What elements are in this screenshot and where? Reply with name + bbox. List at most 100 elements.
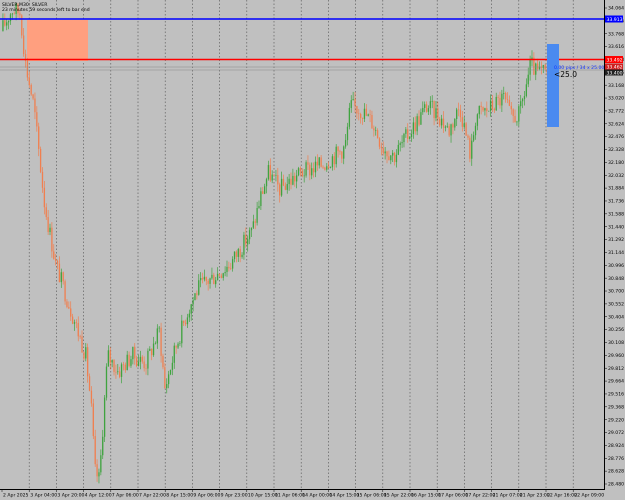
candle-body [386, 151, 388, 157]
price-tick-label: 31.292 [608, 237, 624, 243]
candle-body [371, 115, 373, 129]
candle-body [198, 280, 200, 295]
price-tick-label: 29.664 [608, 379, 624, 385]
candle-body [252, 221, 255, 228]
candle-body [314, 161, 317, 173]
candle-body [230, 268, 232, 269]
price-tick-label: 30.552 [608, 301, 624, 307]
candle-body [508, 100, 511, 106]
candle-body [64, 281, 66, 302]
candle-body [143, 361, 145, 369]
candle-body [497, 96, 499, 98]
price-tag-red-text: 33.492 [607, 58, 623, 64]
price-tick-label: 32.772 [608, 109, 624, 115]
candle-body [102, 436, 104, 456]
candle-body [30, 84, 32, 95]
price-tick-label: 30.700 [608, 289, 624, 295]
candle-body [307, 162, 309, 165]
price-tag-bid-text: 33.400 [607, 71, 623, 77]
candle-body [151, 348, 153, 356]
candle-body [145, 368, 147, 369]
candle-body [117, 371, 119, 373]
price-tick-label: 31.588 [608, 211, 624, 217]
candle-body [26, 61, 29, 78]
price-tick-label: 28.628 [608, 469, 624, 475]
candle-body [83, 352, 85, 359]
candle-body [11, 13, 14, 15]
candle-body [337, 146, 339, 152]
candle-body [58, 263, 61, 283]
candle-body [205, 276, 207, 281]
candle-body [463, 123, 465, 127]
candle-body [536, 63, 539, 69]
price-tick-label: 31.144 [608, 250, 624, 256]
price-tick-label: 30.256 [608, 327, 624, 333]
candle-body [237, 249, 239, 257]
candle-body [318, 157, 320, 166]
price-tick-label: 30.404 [608, 314, 624, 320]
candle-body [327, 166, 330, 168]
candle-body [424, 104, 426, 108]
candle-body [275, 175, 277, 176]
candle-body [260, 191, 262, 207]
time-tick-label: 3 Apr 20:00 [57, 493, 84, 499]
time-tick-label: 22 Apr 09:00 [574, 493, 604, 499]
candle-body [324, 167, 326, 170]
candle-body [111, 360, 113, 363]
candle-body [437, 108, 439, 119]
candle-body [53, 251, 55, 259]
price-tick-label: 31.884 [608, 186, 624, 192]
candle-body [399, 143, 401, 145]
candle-body [326, 166, 328, 170]
candle-body [516, 121, 518, 123]
candle-body [113, 360, 115, 372]
candle-body [56, 260, 59, 264]
candle-body [452, 124, 454, 128]
candle-body [218, 273, 221, 276]
price-tick-label: 31.440 [608, 224, 624, 230]
candle-body [211, 274, 213, 279]
candle-body [70, 308, 72, 317]
candle-body [209, 278, 211, 284]
candle-body [87, 347, 89, 377]
candle-body [343, 146, 345, 159]
candle-body [341, 151, 343, 159]
time-tick-label: 15 Apr 22:00 [384, 493, 414, 499]
price-tick-label: 29.812 [608, 366, 624, 372]
time-tick-label: 3 Apr 04:00 [30, 493, 57, 499]
candle-body [254, 221, 256, 223]
candle-body [369, 114, 371, 116]
candle-body [175, 345, 177, 348]
price-tick-label: 29.220 [608, 417, 624, 423]
candle-body [380, 146, 383, 149]
candle-body [263, 186, 266, 194]
price-tick-label: 30.848 [608, 276, 624, 282]
price-tick-label: 30.108 [608, 340, 624, 346]
candle-body [79, 336, 81, 337]
candle-body [514, 115, 516, 123]
price-tick-label: 32.180 [608, 160, 624, 166]
candle-body [418, 116, 420, 125]
supply-zone-rect[interactable] [27, 20, 88, 61]
candle-body [4, 20, 6, 26]
time-tick-label: 17 Apr 22:00 [465, 493, 495, 499]
candle-body [152, 343, 155, 356]
candle-body [132, 346, 134, 360]
price-tick-label: 33.020 [608, 96, 624, 102]
candle-body [501, 93, 503, 106]
candle-body [312, 168, 315, 173]
candle-body [226, 266, 228, 273]
price-chart[interactable]: 0.00 pips / 34 x 25.00 <25.0 34.06433.91… [0, 0, 625, 500]
candle-body [122, 364, 125, 366]
candle-body [290, 178, 292, 185]
candle-body [279, 184, 281, 196]
candle-body [448, 126, 450, 136]
ruler-box[interactable] [547, 44, 559, 127]
candle-body [115, 371, 117, 373]
candle-body [171, 362, 174, 370]
price-tick-label: 30.996 [608, 263, 624, 269]
candle-body [158, 327, 160, 329]
candle-body [43, 187, 46, 208]
candle-body [248, 230, 251, 240]
candle-body [66, 301, 68, 307]
